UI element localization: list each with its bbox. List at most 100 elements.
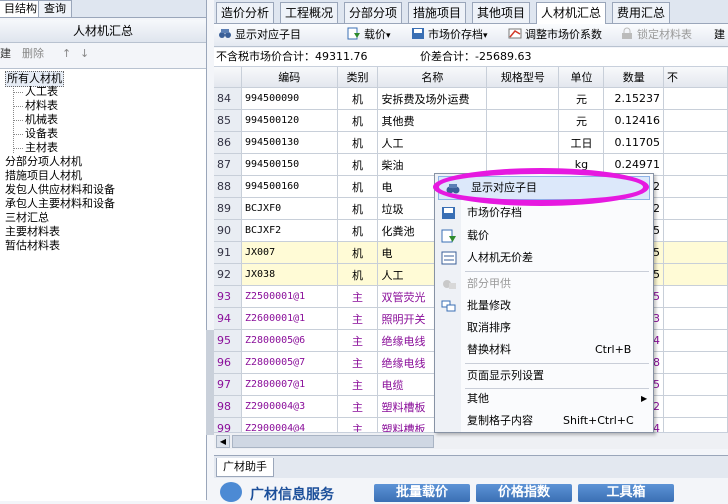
- type-cell[interactable]: 机: [337, 131, 379, 154]
- splitter-scroll[interactable]: [206, 330, 214, 435]
- row-number[interactable]: 88: [214, 175, 242, 198]
- row-number[interactable]: 93: [214, 285, 242, 308]
- code-cell[interactable]: JX007: [241, 241, 338, 264]
- type-cell[interactable]: 机: [337, 241, 379, 264]
- unit-cell[interactable]: 元: [558, 87, 605, 110]
- quantity-cell[interactable]: 0.11705: [603, 131, 664, 154]
- adjust-coef-button[interactable]: 调整市场价系数: [508, 27, 602, 43]
- code-cell[interactable]: 994500130: [241, 131, 338, 154]
- load-price-button[interactable]: 载价▾: [347, 27, 391, 43]
- column-header[interactable]: 不: [663, 67, 728, 88]
- code-cell[interactable]: Z2800007@1: [241, 373, 338, 396]
- tree-item-estimated[interactable]: 暂估材料表: [5, 239, 60, 253]
- type-cell[interactable]: 主: [337, 285, 379, 308]
- row-number[interactable]: 97: [214, 373, 242, 396]
- extra-cell[interactable]: [663, 131, 728, 154]
- lock-material-button[interactable]: 锁定材料表: [620, 27, 692, 43]
- column-header[interactable]: 名称: [377, 67, 488, 88]
- type-cell[interactable]: 机: [337, 197, 379, 220]
- code-cell[interactable]: 994500120: [241, 109, 338, 132]
- tree-item-three-materials[interactable]: 三材汇总: [5, 211, 49, 225]
- row-number[interactable]: 98: [214, 395, 242, 418]
- column-header[interactable]: [214, 67, 242, 88]
- code-cell[interactable]: Z2500001@1: [241, 285, 338, 308]
- spec-cell[interactable]: [486, 87, 560, 110]
- extra-cell[interactable]: [663, 285, 728, 308]
- tree-item-machine[interactable]: 机械表: [25, 113, 58, 127]
- menu-item-copy-cell[interactable]: 复制格子内容 Shift+Ctrl+C: [435, 410, 653, 432]
- chevron-down-icon[interactable]: ▾: [386, 31, 391, 41]
- column-header[interactable]: 单位: [558, 67, 605, 88]
- show-quota-button[interactable]: 显示对应子目: [218, 27, 301, 43]
- move-up-icon[interactable]: ↑: [62, 44, 71, 64]
- code-cell[interactable]: 994500160: [241, 175, 338, 198]
- tree-item-subitem[interactable]: 分部分项人材机: [5, 155, 82, 169]
- toolbar-overflow[interactable]: 建: [714, 27, 725, 43]
- extra-cell[interactable]: [663, 197, 728, 220]
- menu-item-column-settings[interactable]: 页面显示列设置: [435, 365, 653, 387]
- tab-subitem[interactable]: 分部分项: [344, 2, 403, 23]
- row-number[interactable]: 90: [214, 219, 242, 242]
- column-header[interactable]: 类别: [337, 67, 379, 88]
- extra-cell[interactable]: [663, 351, 728, 374]
- column-header[interactable]: 数量: [603, 67, 664, 88]
- extra-cell[interactable]: [663, 417, 728, 432]
- code-cell[interactable]: BCJXF0: [241, 197, 338, 220]
- tab-project-overview[interactable]: 工程概况: [280, 2, 339, 23]
- code-cell[interactable]: JX038: [241, 263, 338, 286]
- code-cell[interactable]: Z2900004@4: [241, 417, 338, 432]
- extra-cell[interactable]: [663, 307, 728, 330]
- type-cell[interactable]: 主: [337, 395, 379, 418]
- row-number[interactable]: 92: [214, 263, 242, 286]
- tab-other[interactable]: 其他项目: [472, 2, 531, 23]
- extra-cell[interactable]: [663, 219, 728, 242]
- tree-item-measure[interactable]: 措施项目人材机: [5, 169, 82, 183]
- extra-cell[interactable]: [663, 373, 728, 396]
- menu-item-partial-supply[interactable]: 部分甲供: [435, 273, 653, 295]
- tab-material-helper[interactable]: 广材助手: [216, 458, 274, 477]
- menu-item-cancel-sort[interactable]: 取消排序: [435, 317, 653, 339]
- batch-load-button[interactable]: 批量载价: [374, 484, 470, 502]
- menu-item-load-price[interactable]: 载价: [435, 225, 653, 247]
- scroll-left-icon[interactable]: ◀: [216, 435, 230, 448]
- table-row[interactable]: 85 994500120 机其他费 元 0.12416: [214, 109, 728, 132]
- column-header[interactable]: 规格型号: [486, 67, 560, 88]
- type-cell[interactable]: 主: [337, 307, 379, 330]
- type-cell[interactable]: 主: [337, 351, 379, 374]
- tree-item-material[interactable]: 材料表: [25, 99, 58, 113]
- row-number[interactable]: 84: [214, 87, 242, 110]
- name-cell[interactable]: 其他费: [377, 109, 488, 132]
- move-down-icon[interactable]: ↓: [80, 44, 89, 64]
- spec-cell[interactable]: [486, 109, 560, 132]
- menu-item-no-diff[interactable]: 人材机无价差: [435, 247, 653, 269]
- type-cell[interactable]: 主: [337, 417, 379, 432]
- extra-cell[interactable]: [663, 153, 728, 176]
- tree-item-main-material[interactable]: 主材表: [25, 141, 58, 155]
- code-cell[interactable]: 994500090: [241, 87, 338, 110]
- tab-fee-summary[interactable]: 费用汇总: [612, 2, 671, 23]
- type-cell[interactable]: 机: [337, 175, 379, 198]
- name-cell[interactable]: 人工: [377, 131, 488, 154]
- table-row[interactable]: 84 994500090 机安拆费及场外运费 元 2.15237: [214, 87, 728, 110]
- type-cell[interactable]: 机: [337, 153, 379, 176]
- code-cell[interactable]: Z2600001@1: [241, 307, 338, 330]
- tab-query[interactable]: 查询: [38, 0, 72, 17]
- tree-item-labor[interactable]: 人工表: [25, 85, 58, 99]
- type-cell[interactable]: 机: [337, 263, 379, 286]
- type-cell[interactable]: 机: [337, 87, 379, 110]
- type-cell[interactable]: 机: [337, 219, 379, 242]
- menu-item-batch-edit[interactable]: 批量修改: [435, 295, 653, 317]
- table-row[interactable]: 86 994500130 机人工 工日 0.11705: [214, 131, 728, 154]
- type-cell[interactable]: 主: [337, 329, 379, 352]
- toolbox-button[interactable]: 工具箱: [578, 484, 674, 502]
- extra-cell[interactable]: [663, 109, 728, 132]
- code-cell[interactable]: Z2800005@7: [241, 351, 338, 374]
- extra-cell[interactable]: [663, 329, 728, 352]
- chevron-down-icon[interactable]: ▾: [483, 31, 488, 41]
- tree-item-owner-supply[interactable]: 发包人供应材料和设备: [5, 183, 115, 197]
- tree-item-main-list[interactable]: 主要材料表: [5, 225, 60, 239]
- column-header[interactable]: 编码: [241, 67, 338, 88]
- name-cell[interactable]: 安拆费及场外运费: [377, 87, 488, 110]
- row-number[interactable]: 91: [214, 241, 242, 264]
- quantity-cell[interactable]: 0.12416: [603, 109, 664, 132]
